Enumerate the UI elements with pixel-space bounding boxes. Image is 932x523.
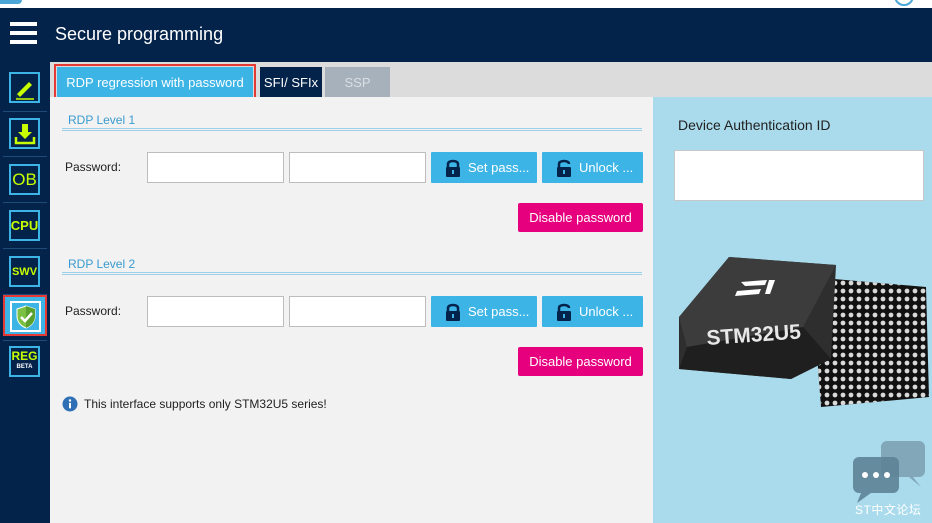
tab-sfi-sfix[interactable]: SFI/ SFIx bbox=[260, 67, 322, 97]
unlock-icon bbox=[557, 303, 571, 321]
sidebar-item-option-bytes[interactable]: OB bbox=[3, 159, 47, 200]
sidebar-item-registers[interactable]: REG BETA bbox=[3, 341, 47, 382]
rdp-level2-password-label: Password: bbox=[65, 304, 122, 318]
top-right-fragment bbox=[894, 0, 914, 6]
rdp-level1-disable-password-button[interactable]: Disable password bbox=[518, 203, 643, 232]
beta-label: BETA bbox=[16, 361, 33, 373]
tab-ssp[interactable]: SSP bbox=[325, 67, 390, 97]
rdp-level2-unlock-button[interactable]: Unlock ... bbox=[542, 296, 643, 327]
device-auth-id-field[interactable] bbox=[674, 150, 924, 201]
watermark-text: ST中文论坛 bbox=[855, 503, 922, 517]
lock-icon bbox=[446, 159, 460, 177]
hamburger-menu-icon[interactable] bbox=[10, 21, 37, 45]
tab-bar: RDP regression with password SFI/ SFIx S… bbox=[50, 62, 932, 100]
rdp-level2-confirm-input[interactable] bbox=[289, 296, 426, 327]
device-auth-id-label: Device Authentication ID bbox=[678, 117, 831, 133]
info-icon bbox=[62, 396, 78, 412]
sidebar-separator bbox=[3, 156, 47, 157]
set-password-label: Set pass... bbox=[468, 304, 530, 319]
sidebar-separator bbox=[3, 111, 47, 112]
unlock-label: Unlock ... bbox=[579, 160, 634, 175]
shield-icon bbox=[10, 301, 41, 332]
ob-icon: OB bbox=[9, 164, 40, 195]
rdp-level1-title: RDP Level 1 bbox=[68, 113, 136, 127]
lock-icon bbox=[446, 303, 460, 321]
rdp-level2-password-input[interactable] bbox=[147, 296, 284, 327]
stm32u5-chip-image: STM32U5 bbox=[679, 257, 929, 407]
sidebar-separator bbox=[3, 248, 47, 249]
rdp-level2-disable-password-button[interactable]: Disable password bbox=[518, 347, 643, 376]
unlock-label: Unlock ... bbox=[579, 304, 634, 319]
page-title: Secure programming bbox=[55, 24, 224, 44]
reg-label: REG bbox=[11, 348, 38, 363]
sidebar-item-swv[interactable]: SWV bbox=[3, 251, 47, 292]
rdp-level1-password-input[interactable] bbox=[147, 152, 284, 183]
sidebar-item-secure-programming[interactable] bbox=[3, 295, 47, 336]
sidebar-item-download[interactable] bbox=[3, 113, 47, 154]
download-icon bbox=[9, 118, 40, 149]
rdp-panel: RDP Level 1 Password: Set pass... Unlock… bbox=[50, 97, 653, 523]
device-info-panel: Device Authentication ID STM32U5 ST中文论坛 bbox=[653, 97, 932, 523]
header-bar: Secure programming bbox=[0, 8, 932, 62]
rdp-level2-set-password-button[interactable]: Set pass... bbox=[431, 296, 537, 327]
unlock-icon bbox=[557, 159, 571, 177]
pencil-icon bbox=[9, 72, 40, 103]
sidebar-separator bbox=[3, 202, 47, 203]
tab-rdp-regression[interactable]: RDP regression with password bbox=[54, 64, 256, 100]
stm32cubeprogrammer-window: Secure programming OB CPU SWV REG BETA R… bbox=[0, 0, 932, 523]
rdp-level1-password-label: Password: bbox=[65, 160, 122, 174]
info-text: This interface supports only STM32U5 ser… bbox=[84, 397, 327, 411]
top-strip bbox=[0, 0, 932, 8]
swv-icon: SWV bbox=[9, 256, 40, 287]
section-divider bbox=[62, 272, 642, 275]
info-message: This interface supports only STM32U5 ser… bbox=[62, 396, 327, 412]
reg-icon: REG BETA bbox=[9, 346, 40, 377]
set-password-label: Set pass... bbox=[468, 160, 530, 175]
sidebar-item-cpu[interactable]: CPU bbox=[3, 205, 47, 246]
cpu-icon: CPU bbox=[9, 210, 40, 241]
top-left-fragment bbox=[0, 0, 22, 4]
sidebar-item-memory-edit[interactable] bbox=[3, 67, 47, 108]
rdp-level1-confirm-input[interactable] bbox=[289, 152, 426, 183]
section-divider bbox=[62, 128, 642, 131]
rdp-level1-set-password-button[interactable]: Set pass... bbox=[431, 152, 537, 183]
sidebar: OB CPU SWV REG BETA bbox=[0, 62, 50, 523]
rdp-level1-unlock-button[interactable]: Unlock ... bbox=[542, 152, 643, 183]
rdp-level2-title: RDP Level 2 bbox=[68, 257, 136, 271]
